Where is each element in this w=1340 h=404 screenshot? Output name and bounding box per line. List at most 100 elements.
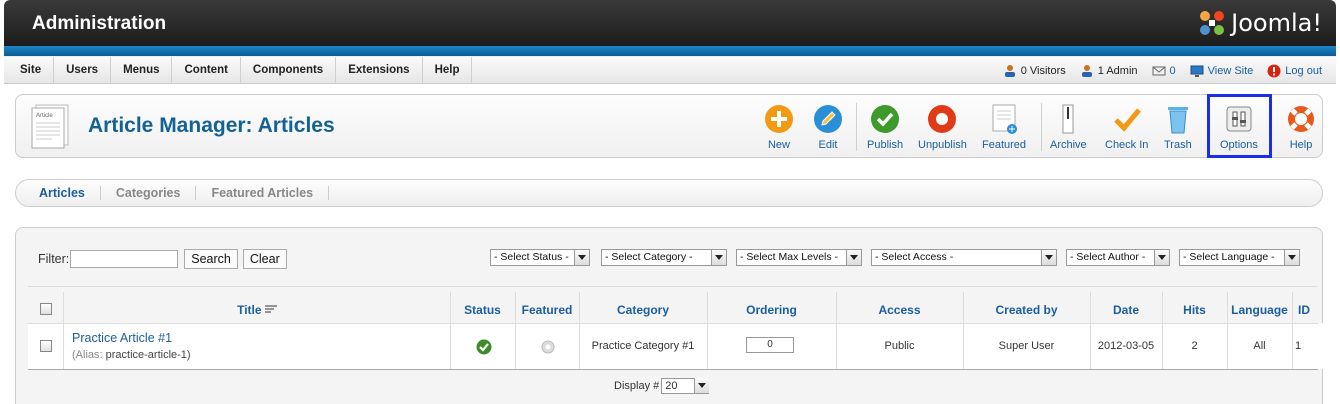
article-category: Practice Category #1 (591, 340, 695, 352)
pencil-icon (814, 105, 842, 133)
chevron-down-icon (694, 378, 710, 393)
menu-site[interactable]: Site (8, 57, 55, 84)
unpublish-icon (928, 105, 957, 133)
column-header-language[interactable]: Language (1227, 303, 1292, 317)
menu-content[interactable]: Content (172, 57, 241, 84)
logout-link[interactable]: Log out (1267, 64, 1322, 78)
admin-header: Administration Joomla! (4, 0, 1336, 46)
admin-title: Administration (32, 13, 167, 34)
sort-icon (264, 305, 277, 313)
check-icon (871, 105, 900, 133)
trash-icon (1167, 107, 1188, 134)
select-access[interactable]: - Select Access - (871, 249, 1057, 266)
column-header-id[interactable]: ID (1292, 303, 1316, 317)
mail-icon (1152, 66, 1166, 75)
unpublish-button[interactable]: Unpublish (918, 103, 967, 153)
select-language[interactable]: - Select Language - (1179, 249, 1300, 266)
article-date: 2012-03-05 (1097, 340, 1155, 352)
archive-icon (1062, 104, 1074, 134)
check-in-button[interactable]: Check In (1105, 103, 1148, 153)
menu-users[interactable]: Users (54, 57, 112, 84)
page-title: Article Manager: Articles (88, 114, 335, 137)
select-max-levels[interactable]: - Select Max Levels - (736, 249, 862, 266)
select-category[interactable]: - Select Category - (601, 249, 727, 266)
chevron-down-icon (711, 250, 726, 265)
article-page-icon: Article (31, 104, 69, 149)
user-icon (1081, 64, 1092, 77)
clear-button[interactable]: Clear (242, 249, 287, 269)
filter-label: Filter: (38, 252, 70, 266)
article-hits: 2 (1191, 340, 1198, 352)
main-menu-bar: Site Users Menus Content Components Exte… (4, 56, 1336, 84)
filter-bar: Filter: Search Clear (38, 249, 287, 269)
joomla-logo-text: Joomla! (1231, 9, 1322, 37)
plus-icon (765, 105, 793, 133)
article-id: 1 (1294, 340, 1302, 352)
article-language: All (1253, 340, 1266, 352)
svg-text:Article: Article (36, 113, 53, 119)
tab-featured-articles[interactable]: Featured Articles (196, 186, 330, 200)
monitor-icon (1190, 65, 1204, 77)
row-checkbox[interactable] (40, 340, 52, 352)
visitors-status: 0 Visitors (1003, 64, 1066, 78)
featured-icon (992, 104, 1018, 134)
options-button[interactable]: Options (1220, 103, 1258, 153)
column-header-ordering[interactable]: Ordering (707, 303, 836, 317)
tab-categories[interactable]: Categories (101, 186, 197, 200)
options-icon (1226, 106, 1252, 132)
featured-button[interactable]: Featured (982, 103, 1026, 153)
chevron-down-icon (574, 250, 589, 265)
column-header-hits[interactable]: Hits (1162, 303, 1227, 317)
menu-menus[interactable]: Menus (111, 57, 173, 84)
article-access: Public (884, 340, 915, 352)
new-button[interactable]: New (764, 103, 794, 153)
column-header-featured[interactable]: Featured (515, 303, 579, 317)
display-count-select[interactable]: 20 (661, 378, 710, 394)
logout-icon (1267, 64, 1281, 77)
help-button[interactable]: Help (1286, 103, 1316, 153)
chevron-down-icon (1284, 250, 1299, 265)
menu-help[interactable]: Help (423, 57, 473, 84)
checkmark-icon (1113, 108, 1141, 132)
messages-status[interactable]: 0 (1152, 65, 1176, 77)
user-icon (1004, 64, 1015, 77)
column-header-title[interactable]: Title (64, 303, 450, 317)
article-list-panel: Filter: Search Clear - Select Status - -… (15, 227, 1324, 404)
article-created-by: Super User (998, 340, 1055, 352)
menu-components[interactable]: Components (241, 57, 337, 84)
chevron-down-icon (1154, 250, 1169, 265)
column-header-created-by[interactable]: Created by (963, 303, 1090, 317)
trash-button[interactable]: Trash (1164, 103, 1192, 153)
joomla-logo: Joomla! (1197, 8, 1322, 38)
pagination-footer: Display # 20 (614, 378, 710, 394)
featured-toggle-icon[interactable] (540, 339, 556, 358)
archive-button[interactable]: Archive (1050, 103, 1087, 153)
search-button[interactable]: Search (184, 249, 238, 269)
ordering-input[interactable]: 0 (746, 337, 794, 353)
column-header-category[interactable]: Category (579, 303, 707, 317)
column-header-access[interactable]: Access (836, 303, 963, 317)
select-author[interactable]: - Select Author - (1066, 249, 1170, 266)
admins-status: 1 Admin (1080, 64, 1138, 78)
sub-navigation: Articles Categories Featured Articles (15, 179, 1323, 207)
article-alias: (Alias: practice-article-1) (72, 349, 191, 361)
chevron-down-icon (846, 250, 861, 265)
select-all-checkbox[interactable] (40, 303, 52, 315)
publish-button[interactable]: Publish (867, 103, 903, 153)
header-band (4, 46, 1336, 56)
status-published-icon[interactable] (476, 339, 492, 358)
chevron-down-icon (1041, 250, 1056, 265)
display-label: Display # (614, 380, 660, 392)
column-header-status[interactable]: Status (450, 303, 515, 317)
menu-extensions[interactable]: Extensions (336, 57, 423, 84)
article-title-link[interactable]: Practice Article #1 (72, 331, 172, 345)
view-site-link[interactable]: View Site (1190, 65, 1253, 77)
edit-button[interactable]: Edit (813, 103, 843, 153)
toolbar-box: Article Article Manager: Articles New Ed… (15, 94, 1323, 158)
select-status[interactable]: - Select Status - (490, 249, 590, 266)
joomla-logo-icon (1200, 11, 1225, 35)
tab-articles[interactable]: Articles (24, 186, 101, 200)
column-header-date[interactable]: Date (1090, 303, 1162, 317)
filter-input[interactable] (70, 250, 179, 268)
lifebuoy-icon (1288, 106, 1314, 132)
